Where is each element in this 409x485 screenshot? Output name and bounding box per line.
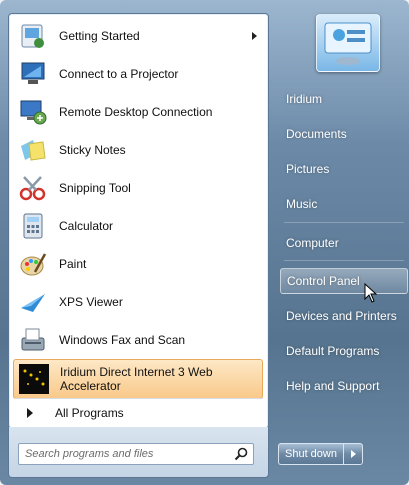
all-programs-button[interactable]: All Programs [13,401,263,425]
start-menu: Getting Started Connect to a Projector R… [0,0,409,485]
program-connect-projector[interactable]: Connect to a Projector [13,56,263,92]
place-label: Music [286,197,318,211]
place-computer[interactable]: Computer [280,230,408,256]
program-label-line1: Iridium Direct Internet 3 Web [60,365,213,379]
divider [284,260,404,261]
fax-scan-icon [17,324,49,356]
divider [15,398,263,399]
program-iridium-accelerator[interactable]: Iridium Direct Internet 3 Web Accelerato… [13,359,263,399]
program-fax-scan[interactable]: Windows Fax and Scan [13,322,263,358]
program-snipping-tool[interactable]: Snipping Tool [13,170,263,206]
program-label: XPS Viewer [59,295,123,309]
scissors-icon [17,172,49,204]
iridium-icon [18,363,50,395]
mouse-cursor-icon [364,282,378,308]
place-label: Computer [286,236,339,250]
xps-viewer-icon [17,286,49,318]
calculator-icon [17,210,49,242]
sticky-notes-icon [17,134,49,166]
program-label: Windows Fax and Scan [59,333,186,347]
place-music[interactable]: Music [280,191,408,217]
shutdown-label: Shut down [285,448,337,460]
program-paint[interactable]: Paint [13,246,263,282]
place-label: Default Programs [286,344,380,358]
search-input[interactable] [19,444,231,464]
program-remote-desktop[interactable]: Remote Desktop Connection [13,94,263,130]
program-getting-started[interactable]: Getting Started [13,18,263,54]
place-label: Iridium [286,92,323,106]
program-sticky-notes[interactable]: Sticky Notes [13,132,263,168]
program-xps-viewer[interactable]: XPS Viewer [13,284,263,320]
remote-desktop-icon [17,96,49,128]
all-programs-label: All Programs [55,406,124,420]
program-label: Remote Desktop Connection [59,105,213,119]
shutdown-button[interactable]: Shut down [278,443,343,465]
paint-palette-icon [17,248,49,280]
place-control-panel[interactable]: Control Panel [280,268,408,294]
places-pane: Iridium Documents Pictures Music Compute… [270,0,409,485]
program-label: Calculator [59,219,114,233]
program-label: Getting Started [59,29,140,43]
place-label: Control Panel [287,274,360,288]
search-icon[interactable] [231,444,251,464]
place-user-folder[interactable]: Iridium [280,86,408,112]
program-calculator[interactable]: Calculator [13,208,263,244]
programs-pane: Getting Started Connect to a Projector R… [8,13,269,429]
shutdown-group: Shut down [278,443,363,465]
place-label: Documents [286,127,347,141]
program-label-line2: Accelerator [60,379,121,393]
place-label: Devices and Printers [286,309,397,323]
program-label: Paint [59,257,87,271]
program-label: Sticky Notes [59,143,126,157]
place-devices-printers[interactable]: Devices and Printers [280,303,408,329]
user-picture[interactable] [316,14,380,72]
projector-icon [17,58,49,90]
place-pictures[interactable]: Pictures [280,156,408,182]
place-documents[interactable]: Documents [280,121,408,147]
place-label: Help and Support [286,379,380,393]
search-box[interactable] [18,443,254,465]
getting-started-icon [17,20,49,52]
program-label: Snipping Tool [59,181,131,195]
program-label: Connect to a Projector [59,67,179,81]
expand-arrow-icon [27,408,33,418]
shutdown-options-button[interactable] [342,443,363,465]
place-help-support[interactable]: Help and Support [280,373,408,399]
place-label: Pictures [286,162,330,176]
submenu-arrow-icon[interactable] [252,32,257,40]
program-label: Iridium Direct Internet 3 Web Accelerato… [60,365,213,393]
divider [284,222,404,223]
place-default-programs[interactable]: Default Programs [280,338,408,364]
chevron-right-icon [350,450,356,458]
